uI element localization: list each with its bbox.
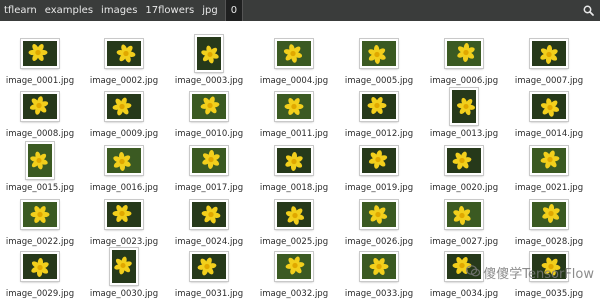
image-thumbnail bbox=[105, 92, 143, 121]
file-item[interactable]: image_0027.jpg bbox=[423, 192, 505, 250]
image-thumbnail bbox=[26, 142, 54, 179]
file-item[interactable]: image_0003.jpg bbox=[168, 31, 250, 89]
image-thumbnail bbox=[360, 39, 398, 68]
file-item[interactable]: image_0018.jpg bbox=[253, 138, 335, 196]
file-item[interactable]: image_0010.jpg bbox=[168, 84, 250, 142]
file-item[interactable]: image_0014.jpg bbox=[508, 84, 590, 142]
image-thumbnail bbox=[105, 39, 143, 68]
image-thumbnail bbox=[530, 200, 568, 229]
search-icon bbox=[583, 1, 594, 20]
file-item[interactable]: image_0012.jpg bbox=[338, 84, 420, 142]
image-thumbnail bbox=[530, 146, 568, 175]
image-thumbnail bbox=[275, 92, 313, 121]
file-name: image_0029.jpg bbox=[0, 289, 87, 299]
image-thumbnail bbox=[530, 92, 568, 121]
file-name: image_0033.jpg bbox=[332, 289, 426, 299]
file-item[interactable]: image_0009.jpg bbox=[83, 84, 165, 142]
file-item[interactable]: image_0015.jpg bbox=[0, 138, 81, 196]
file-item[interactable]: image_0024.jpg bbox=[168, 192, 250, 250]
file-item[interactable]: image_0026.jpg bbox=[338, 192, 420, 250]
image-thumbnail bbox=[110, 248, 138, 285]
file-item[interactable]: image_0021.jpg bbox=[508, 138, 590, 196]
file-item[interactable]: image_0006.jpg bbox=[423, 31, 505, 89]
file-grid: image_0001.jpgimage_0002.jpgimage_0003.j… bbox=[0, 21, 600, 296]
image-thumbnail bbox=[190, 200, 228, 229]
search-button[interactable] bbox=[576, 0, 600, 21]
image-thumbnail bbox=[275, 200, 313, 229]
file-item[interactable]: image_0022.jpg bbox=[0, 192, 81, 250]
path-bar: tflearn examples images 17flowers jpg 0 bbox=[0, 0, 600, 21]
file-item[interactable]: image_0008.jpg bbox=[0, 84, 81, 142]
image-thumbnail bbox=[275, 146, 313, 175]
image-thumbnail bbox=[360, 92, 398, 121]
image-thumbnail bbox=[21, 39, 59, 68]
file-item[interactable]: image_0011.jpg bbox=[253, 84, 335, 142]
crumb-images[interactable]: images bbox=[97, 0, 141, 21]
file-item[interactable]: image_0032.jpg bbox=[253, 244, 335, 302]
image-thumbnail bbox=[195, 35, 223, 72]
image-thumbnail bbox=[21, 252, 59, 281]
file-item[interactable]: image_0005.jpg bbox=[338, 31, 420, 89]
image-thumbnail bbox=[360, 200, 398, 229]
image-thumbnail bbox=[530, 39, 568, 68]
file-item[interactable]: image_0007.jpg bbox=[508, 31, 590, 89]
file-item[interactable]: image_0030.jpg bbox=[83, 244, 165, 302]
file-name: image_0034.jpg bbox=[417, 289, 511, 299]
watermark-text: 傻傻学TensorFlow bbox=[483, 263, 594, 282]
file-item[interactable]: image_0029.jpg bbox=[0, 244, 81, 302]
file-item[interactable]: image_0013.jpg bbox=[423, 84, 505, 142]
file-item[interactable]: image_0031.jpg bbox=[168, 244, 250, 302]
image-thumbnail bbox=[360, 146, 398, 175]
image-thumbnail bbox=[105, 200, 143, 229]
file-name: image_0030.jpg bbox=[77, 289, 171, 299]
file-item[interactable]: image_0002.jpg bbox=[83, 31, 165, 89]
image-thumbnail bbox=[445, 39, 483, 68]
image-thumbnail bbox=[105, 146, 143, 175]
file-item[interactable]: image_0017.jpg bbox=[168, 138, 250, 196]
image-thumbnail bbox=[21, 200, 59, 229]
image-thumbnail bbox=[275, 252, 313, 281]
crumb-examples[interactable]: examples bbox=[41, 0, 97, 21]
file-item[interactable]: image_0004.jpg bbox=[253, 31, 335, 89]
image-thumbnail bbox=[445, 146, 483, 175]
image-thumbnail bbox=[21, 92, 59, 121]
image-thumbnail bbox=[445, 200, 483, 229]
crumb-jpg[interactable]: jpg bbox=[198, 0, 221, 21]
file-item[interactable]: image_0028.jpg bbox=[508, 192, 590, 250]
crumb-current[interactable]: 0 bbox=[225, 0, 243, 21]
file-item[interactable]: image_0025.jpg bbox=[253, 192, 335, 250]
crumb-17flowers[interactable]: 17flowers bbox=[141, 0, 198, 21]
file-item[interactable]: image_0020.jpg bbox=[423, 138, 505, 196]
image-thumbnail bbox=[190, 146, 228, 175]
wechat-icon bbox=[466, 265, 480, 281]
image-thumbnail bbox=[190, 92, 228, 121]
file-name: image_0032.jpg bbox=[247, 289, 341, 299]
image-thumbnail bbox=[275, 39, 313, 68]
file-name: image_0035.jpg bbox=[502, 289, 596, 299]
file-item[interactable]: image_0033.jpg bbox=[338, 244, 420, 302]
crumb-tflearn[interactable]: tflearn bbox=[0, 0, 41, 21]
file-item[interactable]: image_0019.jpg bbox=[338, 138, 420, 196]
file-name: image_0031.jpg bbox=[162, 289, 256, 299]
file-item[interactable]: image_0023.jpg bbox=[83, 192, 165, 250]
image-thumbnail bbox=[450, 88, 478, 125]
file-item[interactable]: image_0001.jpg bbox=[0, 31, 81, 89]
watermark: 傻傻学TensorFlow bbox=[466, 263, 594, 282]
image-thumbnail bbox=[190, 252, 228, 281]
file-item[interactable]: image_0016.jpg bbox=[83, 138, 165, 196]
image-thumbnail bbox=[360, 252, 398, 281]
